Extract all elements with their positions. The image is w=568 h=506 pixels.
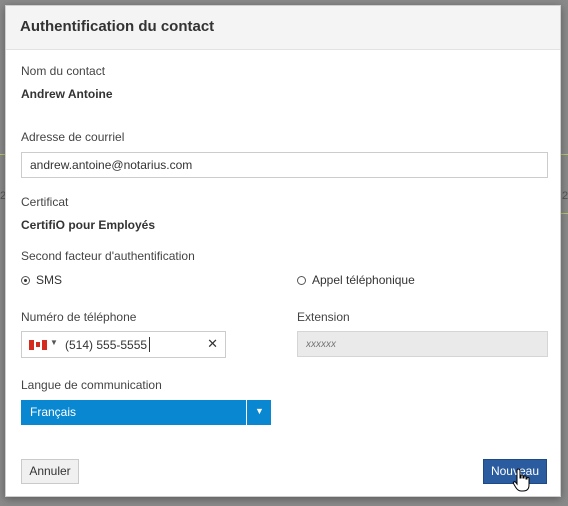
cancel-button[interactable]: Annuler: [21, 459, 79, 484]
text-cursor: [149, 337, 150, 352]
phone-number-value[interactable]: (514) 555-5555: [65, 338, 147, 352]
phone-label: Numéro de téléphone: [21, 310, 137, 324]
contact-auth-dialog: Authentification du contact Nom du conta…: [5, 5, 561, 497]
radio-sms[interactable]: SMS: [21, 273, 62, 287]
radio-sms-label: SMS: [36, 273, 63, 287]
hand-pointer-icon: [512, 468, 530, 492]
certificate-value: CertifiO pour Employés: [21, 218, 156, 232]
email-input[interactable]: [21, 152, 548, 178]
radio-phone-call[interactable]: Appel téléphonique: [297, 273, 415, 287]
certificate-label: Certificat: [21, 195, 69, 209]
extension-label: Extension: [297, 310, 350, 324]
radio-phone-call-label: Appel téléphonique: [312, 273, 415, 287]
language-select[interactable]: Français ▼: [21, 400, 271, 425]
contact-name-label: Nom du contact: [21, 64, 106, 78]
language-selected-value: Français: [30, 405, 77, 419]
chevron-down-icon: ▼: [255, 406, 264, 416]
dialog-header: Authentification du contact: [6, 6, 560, 50]
clear-phone-icon[interactable]: ✕: [207, 336, 218, 352]
country-caret-icon[interactable]: ▼: [50, 338, 58, 347]
background-text: 2: [562, 190, 568, 202]
language-label: Langue de communication: [21, 378, 162, 392]
radio-phone-call-indicator[interactable]: [297, 275, 306, 285]
language-dropdown-button[interactable]: ▼: [246, 400, 271, 425]
phone-input[interactable]: ▼ (514) 555-5555 ✕: [21, 331, 226, 358]
radio-sms-indicator[interactable]: [21, 275, 30, 285]
dialog-title: Authentification du contact: [20, 18, 215, 35]
contact-name-value: Andrew Antoine: [21, 87, 113, 101]
extension-input: [297, 331, 548, 357]
canada-flag-icon[interactable]: [29, 340, 47, 350]
email-label: Adresse de courriel: [21, 130, 125, 144]
second-factor-label: Second facteur d'authentification: [21, 249, 195, 263]
